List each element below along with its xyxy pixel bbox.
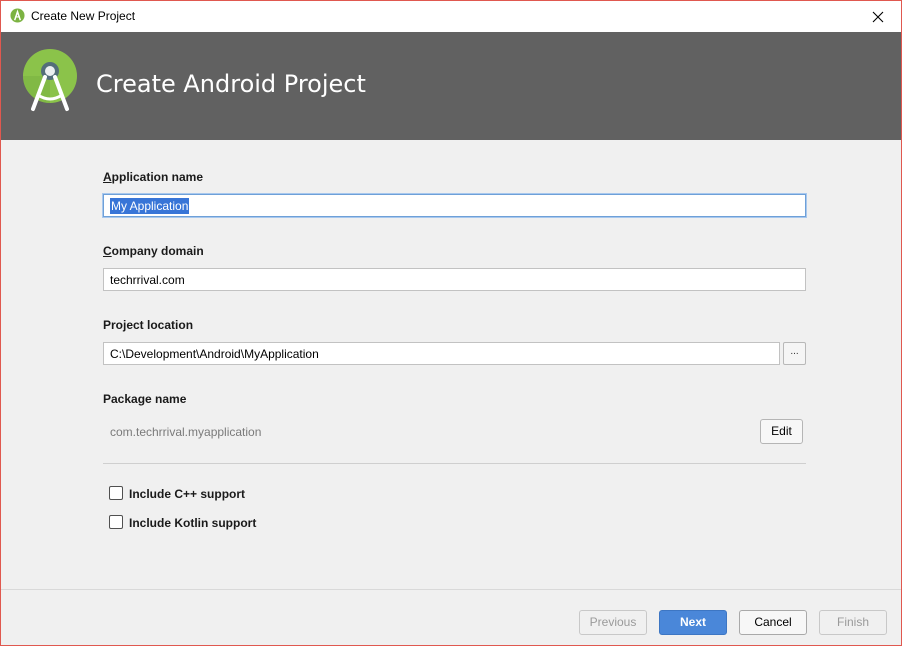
close-button[interactable] <box>855 1 901 32</box>
footer-divider <box>1 589 901 590</box>
app-name-value: My Application <box>110 198 190 214</box>
project-location-label: Project location <box>103 318 194 332</box>
close-icon <box>872 11 884 22</box>
project-location-value: C:\Development\Android\MyApplication <box>110 347 319 361</box>
divider <box>103 463 806 464</box>
company-domain-mnemonic: C <box>103 244 112 258</box>
company-domain-label-rest: ompany domain <box>111 244 204 258</box>
kotlin-support-label[interactable]: Include Kotlin support <box>129 516 256 530</box>
page-title: Create Android Project <box>96 70 366 98</box>
edit-package-button[interactable]: Edit <box>760 419 803 444</box>
kotlin-support-checkbox[interactable] <box>109 515 123 529</box>
app-name-input[interactable]: My Application <box>103 194 806 217</box>
company-domain-label: Company domain <box>103 244 204 258</box>
dialog-window: Create New Project Create Android Projec… <box>0 0 902 646</box>
title-bar[interactable]: Create New Project <box>1 1 901 32</box>
app-name-label-rest: pplication name <box>111 170 204 184</box>
project-location-input[interactable]: C:\Development\Android\MyApplication <box>103 342 780 365</box>
cpp-support-label[interactable]: Include C++ support <box>129 487 245 501</box>
company-domain-value: techrrival.com <box>110 273 185 287</box>
window-title: Create New Project <box>31 9 136 23</box>
cpp-support-checkbox[interactable] <box>109 486 123 500</box>
package-name-label: Package name <box>103 392 187 406</box>
package-name-value: com.techrrival.myapplication <box>110 425 262 439</box>
previous-button[interactable]: Previous <box>579 610 647 635</box>
android-studio-logo <box>23 49 77 111</box>
finish-button[interactable]: Finish <box>819 610 887 635</box>
android-studio-icon <box>10 8 25 23</box>
next-button[interactable]: Next <box>659 610 727 635</box>
cancel-button[interactable]: Cancel <box>739 610 807 635</box>
browse-button[interactable]: ... <box>783 342 806 365</box>
app-name-label: Application name <box>103 170 203 184</box>
company-domain-input[interactable]: techrrival.com <box>103 268 806 291</box>
header-banner: Create Android Project <box>1 32 901 140</box>
app-name-mnemonic: A <box>103 170 112 184</box>
